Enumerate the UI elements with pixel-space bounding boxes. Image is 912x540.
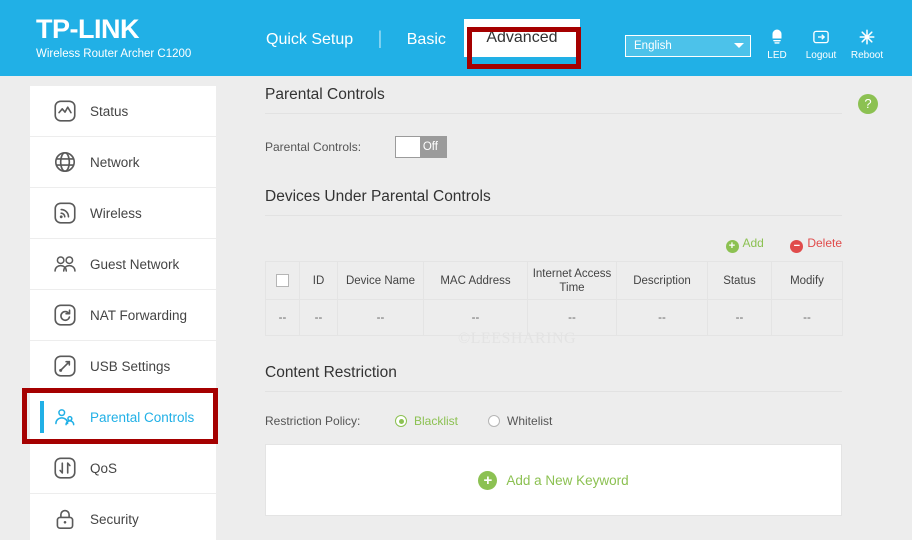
table-row: -- -- -- -- -- -- -- -- (265, 299, 843, 336)
devices-section-title: Devices Under Parental Controls (265, 188, 842, 216)
column-header-description: Description (616, 261, 708, 300)
sidebar-item-security[interactable]: Security (30, 494, 216, 540)
restriction-policy-label: Restriction Policy: (265, 414, 361, 428)
help-icon[interactable]: ? (858, 94, 878, 114)
table-actions: + Add − Delete (265, 234, 842, 253)
delete-label: Delete (807, 236, 842, 250)
sidebar-item-status[interactable]: Status (30, 86, 216, 136)
content-restriction-section: Content Restriction Restriction Policy: … (265, 364, 885, 516)
brand-logo: TP-LINK (36, 14, 139, 44)
chevron-down-icon (734, 43, 744, 48)
qos-icon (52, 455, 78, 481)
cell-internet-access-time: -- (527, 299, 617, 336)
parental-controls-section-title: Parental Controls (265, 86, 842, 114)
content-restriction-title: Content Restriction (265, 364, 842, 392)
status-icon (52, 98, 78, 124)
restriction-policy-row: Restriction Policy: Blacklist Whitelist (265, 414, 885, 428)
radio-blacklist-label: Blacklist (414, 414, 459, 428)
cell-status: -- (707, 299, 772, 336)
cell-description: -- (616, 299, 708, 336)
logout-icon (796, 28, 846, 48)
wireless-icon (52, 200, 78, 226)
sidebar-item-parental-controls[interactable]: Parental Controls (30, 392, 216, 442)
add-keyword-label: Add a New Keyword (506, 472, 629, 488)
reboot-button[interactable]: Reboot (842, 28, 892, 61)
router-admin-page: TP-LINK Wireless Router Archer C1200 Qui… (0, 0, 912, 540)
led-label: LED (767, 50, 787, 61)
toggle-state-label: Off (422, 141, 438, 153)
sidebar-item-network[interactable]: Network (30, 137, 216, 187)
parental-controls-row: Parental Controls: Off (265, 136, 885, 158)
brand: TP-LINK Wireless Router Archer C1200 (36, 16, 191, 61)
add-button[interactable]: + Add (725, 236, 764, 253)
radio-blacklist-indicator (395, 415, 407, 427)
logout-button[interactable]: Logout (796, 28, 846, 61)
lock-icon (52, 506, 78, 532)
delete-button[interactable]: − Delete (790, 236, 842, 253)
table-header-row: ID Device Name MAC Address Internet Acce… (265, 261, 843, 300)
select-all-header (265, 261, 300, 300)
sidebar-item-qos[interactable]: QoS (30, 443, 216, 493)
sidebar-item-guest-network[interactable]: Guest Network (30, 239, 216, 289)
led-icon (752, 28, 802, 48)
sidebar-item-label: Security (90, 511, 139, 527)
nav-item-quick-setup[interactable]: Quick Setup (252, 2, 367, 78)
reboot-label: Reboot (850, 50, 884, 61)
radio-blacklist[interactable]: Blacklist (395, 414, 458, 428)
nav-item-advanced[interactable]: Advanced (464, 19, 580, 57)
cell-id: -- (299, 299, 338, 336)
main-nav: Quick Setup | Basic Advanced (252, 0, 580, 76)
cell-device-name: -- (337, 299, 424, 336)
cell-select: -- (265, 299, 300, 336)
sidebar-item-label: NAT Forwarding (90, 307, 188, 323)
column-header-device-name: Device Name (337, 261, 424, 300)
add-keyword-box[interactable]: + Add a New Keyword (265, 444, 842, 516)
sidebar: Status Network Wireless Guest Network NA… (30, 86, 216, 540)
logout-label: Logout (805, 50, 837, 61)
sidebar-item-usb-settings[interactable]: USB Settings (30, 341, 216, 391)
led-button[interactable]: LED (752, 28, 802, 61)
language-select-value: English (634, 40, 672, 52)
minus-icon: − (790, 240, 804, 253)
nav-item-basic[interactable]: Basic (393, 2, 460, 78)
sidebar-item-label: QoS (90, 460, 118, 476)
column-header-status: Status (707, 261, 772, 300)
router-model: Wireless Router Archer C1200 (36, 48, 192, 60)
column-header-id: ID (299, 261, 338, 300)
radio-whitelist-label: Whitelist (507, 414, 553, 428)
reboot-icon (842, 28, 892, 48)
parental-controls-icon (52, 404, 78, 430)
sidebar-item-label: Guest Network (90, 256, 180, 272)
sidebar-item-label: Wireless (90, 205, 142, 221)
select-all-checkbox[interactable] (276, 273, 289, 287)
cell-modify: -- (771, 299, 843, 336)
sidebar-item-nat-forwarding[interactable]: NAT Forwarding (30, 290, 216, 340)
devices-table: ID Device Name MAC Address Internet Acce… (265, 261, 843, 336)
column-header-modify: Modify (771, 261, 843, 300)
column-header-mac-address: MAC Address (423, 261, 528, 300)
add-label: Add (742, 236, 764, 250)
sidebar-item-label: Status (90, 103, 129, 119)
column-header-internet-access-time: Internet Access Time (527, 261, 617, 300)
plus-icon: + (478, 470, 498, 490)
sidebar-item-wireless[interactable]: Wireless (30, 188, 216, 238)
guest-network-icon (52, 251, 78, 277)
parental-controls-field-label: Parental Controls: (265, 140, 362, 154)
usb-settings-icon (52, 353, 78, 379)
sidebar-item-label: Parental Controls (90, 409, 195, 425)
sidebar-item-label: Network (90, 154, 140, 170)
toggle-knob (396, 137, 420, 157)
nat-forwarding-icon (52, 302, 78, 328)
radio-whitelist[interactable]: Whitelist (488, 414, 552, 428)
radio-whitelist-indicator (488, 415, 501, 427)
globe-icon (52, 149, 78, 175)
page-header: TP-LINK Wireless Router Archer C1200 Qui… (0, 0, 912, 76)
sidebar-item-label: USB Settings (90, 358, 171, 374)
main-content: ? Parental Controls Parental Controls: O… (265, 86, 885, 516)
language-select[interactable]: English (625, 35, 751, 57)
plus-icon: + (725, 240, 739, 253)
nav-separator: | (377, 28, 383, 48)
parental-controls-toggle[interactable]: Off (395, 136, 447, 158)
cell-mac-address: -- (423, 299, 528, 336)
